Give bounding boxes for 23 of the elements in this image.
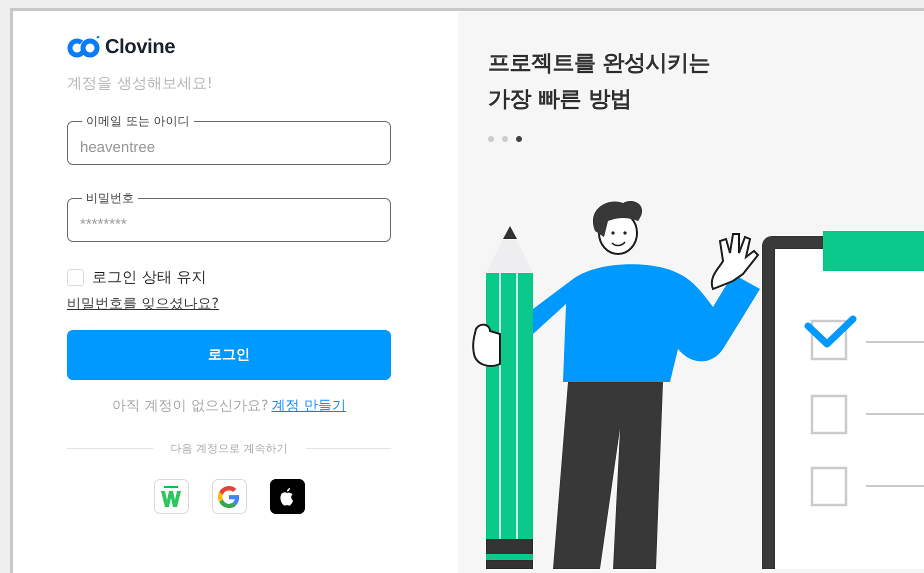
input-field[interactable]: heaventree bbox=[80, 130, 378, 164]
w-logo-icon bbox=[160, 484, 182, 508]
field-label: 비밀번호 bbox=[85, 190, 135, 207]
input-field[interactable]: ******** bbox=[80, 207, 378, 241]
brand-name: Clovine bbox=[105, 36, 176, 58]
logo-icon bbox=[67, 36, 101, 58]
google-icon bbox=[218, 486, 240, 508]
subtitle: 계정을 생성해보세요! bbox=[67, 74, 214, 93]
checkbox-label: 로그인 상태 유지 bbox=[92, 268, 207, 287]
carousel-dot[interactable] bbox=[488, 136, 494, 142]
apple-icon bbox=[279, 488, 295, 506]
social-login-button[interactable] bbox=[270, 479, 304, 514]
input-field[interactable]: 비밀번호 ******** bbox=[67, 190, 391, 242]
checkbox[interactable] bbox=[67, 269, 84, 286]
promo-title: 가장 빠른 방법 bbox=[488, 86, 632, 114]
carousel-dot[interactable] bbox=[502, 136, 508, 142]
forgot-password-link[interactable]: 비밀번호를 잊으셨나요? bbox=[67, 295, 219, 313]
carousel-dot[interactable] bbox=[516, 136, 522, 142]
field-label: 이메일 또는 아이디 bbox=[85, 113, 191, 130]
input-field[interactable]: 이메일 또는 아이디 heaventree bbox=[67, 113, 391, 165]
divider-text: 다음 계정으로 계속하기 bbox=[170, 441, 288, 456]
promo-title: 프로젝트를 완성시키는 bbox=[488, 50, 712, 78]
signup-prompt: 아직 계정이 없으신가요? bbox=[112, 397, 268, 415]
